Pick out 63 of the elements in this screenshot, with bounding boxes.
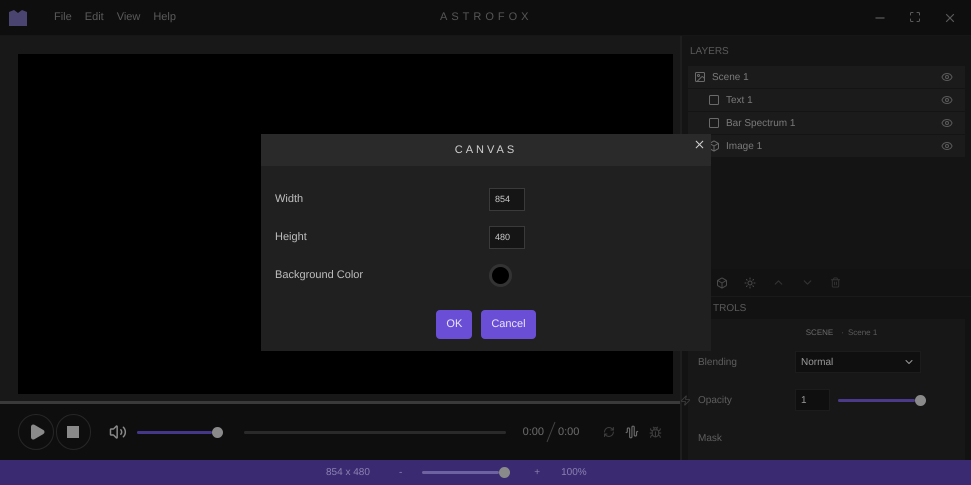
stop-button[interactable] [56, 414, 92, 450]
resolution-label: 854 x 480 [326, 466, 370, 480]
number-field[interactable]: 854 [489, 188, 525, 210]
blending-select[interactable]: Normal [795, 351, 921, 373]
control-label: Opacity [698, 394, 733, 408]
dialog-title: CANVAS [454, 142, 518, 158]
menu-item[interactable]: Help [153, 9, 176, 26]
field-label: Width [275, 192, 304, 207]
menu-item[interactable]: View [116, 9, 140, 26]
volume-icon[interactable] [109, 423, 128, 441]
separator-dot: · [841, 327, 844, 339]
color-swatch[interactable] [489, 264, 512, 286]
slider-handle[interactable] [212, 426, 224, 438]
logo-icon [9, 10, 27, 26]
sun-icon[interactable] [744, 276, 756, 288]
layer-name: Image 1 [726, 140, 762, 154]
play-button[interactable] [18, 414, 54, 450]
eye-icon[interactable] [941, 71, 953, 83]
cube-icon[interactable] [716, 276, 728, 288]
controls-title: TROLS [713, 302, 746, 316]
app-title: ASTROFOX [440, 10, 533, 26]
close-icon[interactable] [693, 138, 706, 151]
layers-title: LAYERS [689, 45, 730, 59]
zoom-reading: 100% [561, 466, 587, 480]
layer-name: Scene 1 [712, 70, 749, 84]
image-icon [694, 71, 706, 83]
maximize-icon[interactable] [909, 10, 921, 22]
layer-name: Text 1 [726, 94, 753, 108]
layer-item[interactable]: Scene 1 [688, 66, 965, 88]
section-name: Scene 1 [848, 327, 878, 339]
rectangle-icon [708, 117, 720, 129]
loop-icon[interactable] [603, 426, 616, 438]
waveform-icon[interactable] [625, 425, 640, 439]
lightning-icon[interactable] [680, 394, 691, 406]
eye-icon[interactable] [941, 140, 953, 152]
bug-icon[interactable] [649, 426, 662, 438]
rectangle-icon [708, 94, 720, 106]
control-label: Blending [698, 356, 738, 370]
opacity-field[interactable]: 1 [795, 389, 830, 411]
section-title: SCENE [806, 327, 834, 339]
zoom-out-button[interactable]: - [398, 465, 402, 480]
slider-handle[interactable] [915, 394, 926, 406]
control-label: Mask [698, 432, 723, 446]
total-time: 0:00 [558, 424, 580, 440]
field-label: Height [275, 230, 308, 245]
layer-item[interactable]: Bar Spectrum 1 [688, 112, 965, 134]
number-field[interactable]: 480 [489, 226, 525, 248]
zoom-in-button[interactable]: + [534, 465, 540, 480]
slider-handle[interactable] [499, 467, 510, 478]
layer-name: Bar Spectrum 1 [726, 116, 796, 130]
trash-icon[interactable] [830, 277, 841, 288]
slash-divider [546, 421, 556, 443]
stop-icon [67, 426, 80, 438]
cancel-button[interactable]: Cancel [481, 310, 536, 339]
menu-item[interactable]: File [54, 9, 72, 26]
layer-item[interactable]: Text 1 [688, 89, 965, 111]
cube-icon [708, 140, 720, 152]
eye-icon[interactable] [941, 117, 953, 129]
current-time: 0:00 [522, 424, 544, 440]
ok-button[interactable]: OK [436, 310, 472, 339]
field-label: Background Color [275, 268, 364, 283]
menu-item[interactable]: Edit [84, 9, 104, 26]
eye-icon[interactable] [941, 94, 953, 106]
